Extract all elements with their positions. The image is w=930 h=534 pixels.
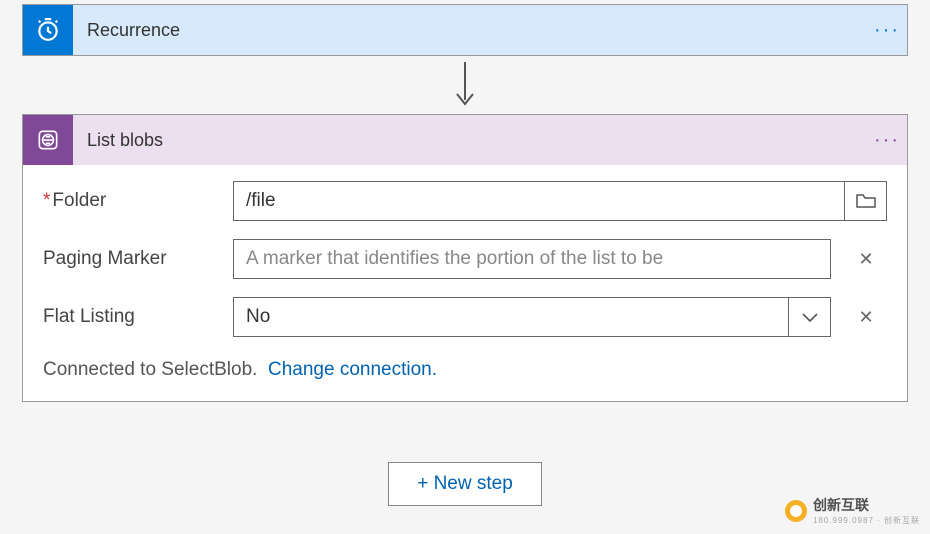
recurrence-title: Recurrence xyxy=(73,20,867,41)
recurrence-menu-icon[interactable]: ··· xyxy=(867,19,907,42)
connection-info: Connected to SelectBlob. Change connecti… xyxy=(43,355,887,381)
recurrence-step[interactable]: Recurrence ··· xyxy=(22,4,908,56)
paging-marker-label: Paging Marker xyxy=(43,248,233,270)
flat-listing-row: Flat Listing No ✕ xyxy=(43,297,887,337)
list-blobs-menu-icon[interactable]: ··· xyxy=(867,129,907,152)
folder-picker-button[interactable] xyxy=(845,181,887,221)
watermark: 创新互联 180.999.0987 · 创新互联 xyxy=(785,495,920,526)
paging-marker-input[interactable]: A marker that identifies the portion of … xyxy=(233,239,831,279)
flat-listing-remove-button[interactable]: ✕ xyxy=(845,297,887,337)
watermark-logo-icon xyxy=(785,500,807,522)
list-blobs-header[interactable]: List blobs ··· xyxy=(23,115,907,165)
flat-listing-label: Flat Listing xyxy=(43,306,233,328)
change-connection-link[interactable]: Change connection. xyxy=(268,359,437,380)
list-blobs-title: List blobs xyxy=(73,130,867,151)
close-icon: ✕ xyxy=(858,307,873,328)
blob-icon xyxy=(23,115,73,165)
folder-row: *Folder /file xyxy=(43,181,887,221)
clock-icon xyxy=(23,5,73,55)
chevron-down-icon xyxy=(801,311,819,323)
folder-label: *Folder xyxy=(43,190,233,212)
new-step-button[interactable]: + New step xyxy=(388,462,542,506)
recurrence-header[interactable]: Recurrence ··· xyxy=(23,5,907,55)
close-icon: ✕ xyxy=(858,249,873,270)
folder-input[interactable]: /file xyxy=(233,181,845,221)
paging-marker-row: Paging Marker A marker that identifies t… xyxy=(43,239,887,279)
connector-arrow xyxy=(16,56,914,114)
flat-listing-select[interactable]: No xyxy=(233,297,789,337)
flat-listing-dropdown-button[interactable] xyxy=(789,297,831,337)
list-blobs-step: List blobs ··· *Folder /file Paging Mark xyxy=(22,114,908,402)
paging-marker-remove-button[interactable]: ✕ xyxy=(845,239,887,279)
